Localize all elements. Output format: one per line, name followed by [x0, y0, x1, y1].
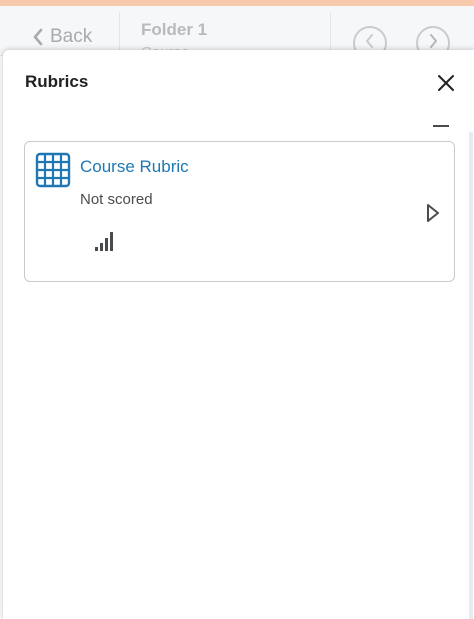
close-button[interactable] [437, 74, 455, 92]
top-navigation-bar: Back Folder 1 Course [0, 6, 474, 60]
rubric-card: Course Rubric Not scored [24, 141, 455, 282]
rubric-title-link[interactable]: Course Rubric [80, 157, 189, 177]
collapse-button[interactable] [433, 124, 451, 128]
back-button[interactable]: Back [32, 24, 92, 50]
close-icon [437, 75, 455, 96]
back-label: Back [50, 26, 93, 47]
grid-table-icon [35, 152, 71, 188]
rubric-status: Not scored [80, 191, 153, 208]
scrollbar[interactable] [469, 132, 473, 619]
expand-button[interactable] [425, 202, 441, 224]
signal-bars-icon [94, 230, 116, 252]
chevron-left-icon [32, 28, 44, 46]
rubrics-panel: Rubrics Course Rubric Not scored [3, 50, 474, 619]
collapse-icon [433, 125, 449, 127]
panel-title: Rubrics [25, 72, 89, 91]
folder-title: Folder 1 [141, 20, 208, 39]
